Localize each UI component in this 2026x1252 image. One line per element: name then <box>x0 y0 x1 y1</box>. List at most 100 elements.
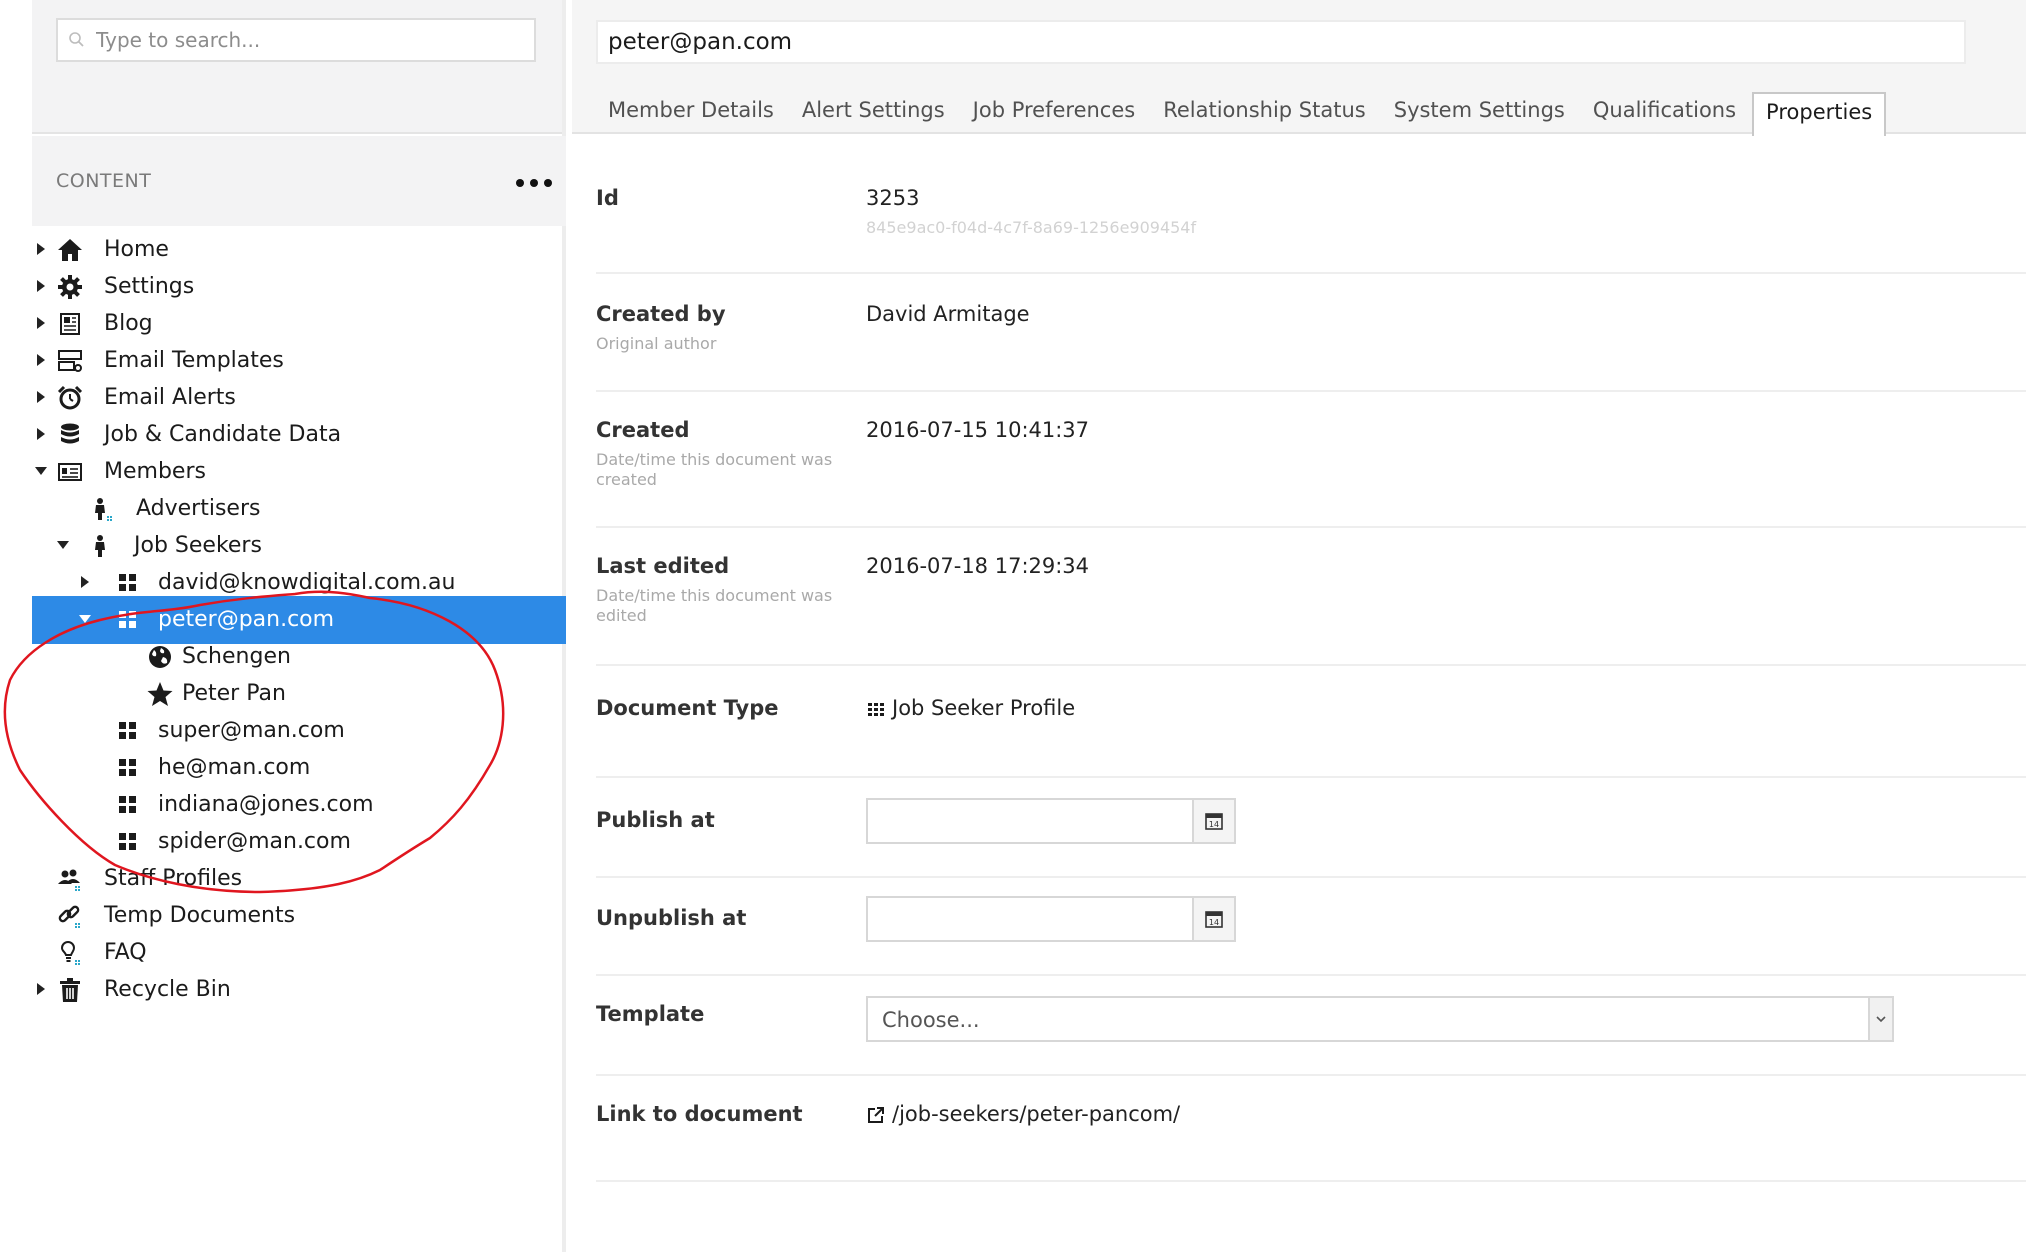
external-link-icon <box>868 1107 884 1123</box>
document-link-text: /job-seekers/peter-pancom/ <box>892 1102 1181 1126</box>
caret-right-icon[interactable] <box>34 279 48 293</box>
prop-row-last-edited: Last edited Date/time this document was … <box>596 528 2026 666</box>
tab-properties[interactable]: Properties <box>1752 92 1887 136</box>
grid-icon <box>119 722 136 739</box>
caret-down-icon[interactable] <box>78 612 92 626</box>
prop-row-publish-at: Publish at 14 <box>596 778 2026 878</box>
grid-icon <box>119 759 136 776</box>
editor-tabs: Member Details Alert Settings Job Prefer… <box>596 92 1890 136</box>
caret-right-icon[interactable] <box>34 353 48 367</box>
tab-relationship-status[interactable]: Relationship Status <box>1151 92 1378 134</box>
tree-item-label: indiana@jones.com <box>158 792 374 817</box>
tree-item-label: david@knowdigital.com.au <box>158 570 456 595</box>
tree-item-label: Email Templates <box>104 348 284 373</box>
more-options-icon[interactable] <box>514 176 554 190</box>
grid-icon <box>119 611 136 628</box>
prop-row-template: Template Choose... <box>596 976 2026 1076</box>
grid-icon <box>119 796 136 813</box>
caret-right-icon[interactable] <box>34 316 48 330</box>
prop-row-link: Link to document /job-seekers/peter-panc… <box>596 1076 2026 1182</box>
grid-icon <box>119 833 136 850</box>
editor-panel: Member Details Alert Settings Job Prefer… <box>572 0 2026 1252</box>
alarm-clock-icon <box>57 385 83 410</box>
template-select[interactable]: Choose... <box>866 996 1894 1042</box>
prop-id-value: 3253 <box>866 186 920 210</box>
caret-right-icon[interactable] <box>78 575 92 589</box>
prop-row-id: Id 3253 845e9ac0-f04d-4c7f-8a69-1256e909… <box>596 136 2026 274</box>
home-icon <box>58 239 82 261</box>
caret-right-icon[interactable] <box>34 982 48 996</box>
unpublish-at-field[interactable]: 14 <box>866 896 1236 942</box>
prop-label: Link to document <box>596 1102 803 1126</box>
database-icon <box>61 423 79 444</box>
users-icon <box>58 869 80 891</box>
calendar-icon: 14 <box>1205 911 1223 928</box>
tree-item-label: Staff Profiles <box>104 866 243 891</box>
calendar-icon: 14 <box>1205 813 1223 830</box>
prop-label: Created <box>596 418 690 442</box>
trash-icon <box>60 978 80 1002</box>
tab-job-preferences[interactable]: Job Preferences <box>961 92 1148 134</box>
tree-item-label: Members <box>104 459 206 484</box>
tree-item-label: Blog <box>104 311 153 336</box>
star-icon <box>147 682 173 706</box>
tab-system-settings[interactable]: System Settings <box>1382 92 1577 134</box>
prop-label: Publish at <box>596 808 715 832</box>
unpublish-at-input[interactable] <box>868 898 1192 940</box>
search-input[interactable] <box>92 20 534 60</box>
tab-member-details[interactable]: Member Details <box>596 92 786 134</box>
tree-item-label: Home <box>104 237 169 262</box>
sidebar-search-area <box>32 0 562 134</box>
prop-description: Date/time this document was edited <box>596 586 833 625</box>
gear-icon <box>58 275 82 299</box>
template-select-value: Choose... <box>882 1008 980 1032</box>
unpublish-calendar-button[interactable]: 14 <box>1192 898 1234 940</box>
tab-qualifications[interactable]: Qualifications <box>1581 92 1748 134</box>
editor-header: Member Details Alert Settings Job Prefer… <box>572 0 2026 136</box>
chevron-down-icon <box>1876 1016 1886 1023</box>
id-card-icon <box>58 463 82 481</box>
tree-item-label: FAQ <box>104 940 147 965</box>
tree-item-label: Settings <box>104 274 195 299</box>
tree-item-label: Temp Documents <box>104 903 296 928</box>
tree-item-label: super@man.com <box>158 718 345 743</box>
prop-guid-value: 845e9ac0-f04d-4c7f-8a69-1256e909454f <box>866 218 1197 237</box>
tree-item-label: peter@pan.com <box>158 607 335 632</box>
prop-doc-type-value: Job Seeker Profile <box>866 696 1075 720</box>
content-section-header: CONTENT <box>32 136 566 226</box>
prop-label: Document Type <box>596 696 779 720</box>
doc-type-text: Job Seeker Profile <box>892 696 1076 720</box>
template-icon <box>58 350 82 372</box>
tab-alert-settings[interactable]: Alert Settings <box>790 92 957 134</box>
prop-row-created: Created Date/time this document was crea… <box>596 392 2026 528</box>
prop-row-document-type: Document Type Job Seeker Profile <box>596 666 2026 778</box>
publish-calendar-button[interactable]: 14 <box>1192 800 1234 842</box>
search-icon <box>69 32 84 47</box>
prop-label: Created by <box>596 302 726 326</box>
document-name-input[interactable] <box>596 20 1966 64</box>
content-tree-sidebar: CONTENT Home <box>32 0 566 1252</box>
prop-created-by-value: David Armitage <box>866 302 1030 326</box>
caret-down-icon[interactable] <box>34 464 48 478</box>
prop-label: Template <box>596 1002 705 1026</box>
publish-at-input[interactable] <box>868 800 1192 842</box>
calendar-day-text: 14 <box>1209 820 1219 829</box>
document-link[interactable]: /job-seekers/peter-pancom/ <box>866 1102 1180 1126</box>
search-box[interactable] <box>56 18 536 62</box>
template-select-toggle[interactable] <box>1868 998 1892 1040</box>
caret-down-icon[interactable] <box>56 538 70 552</box>
tree-item-recycle-bin[interactable]: Recycle Bin <box>32 966 566 1014</box>
prop-label: Unpublish at <box>596 906 747 930</box>
prop-description: Date/time this document was created <box>596 450 833 489</box>
caret-right-icon[interactable] <box>34 427 48 441</box>
grid-icon <box>119 574 136 591</box>
caret-right-icon[interactable] <box>34 390 48 404</box>
user-icon <box>95 535 105 557</box>
prop-last-edited-value: 2016-07-18 17:29:34 <box>866 554 1090 578</box>
prop-description: Original author <box>596 334 717 353</box>
prop-label: Last edited <box>596 554 730 578</box>
publish-at-field[interactable]: 14 <box>866 798 1236 844</box>
globe-icon <box>149 646 171 668</box>
caret-right-icon[interactable] <box>34 242 48 256</box>
prop-row-created-by: Created by Original author David Armitag… <box>596 274 2026 392</box>
